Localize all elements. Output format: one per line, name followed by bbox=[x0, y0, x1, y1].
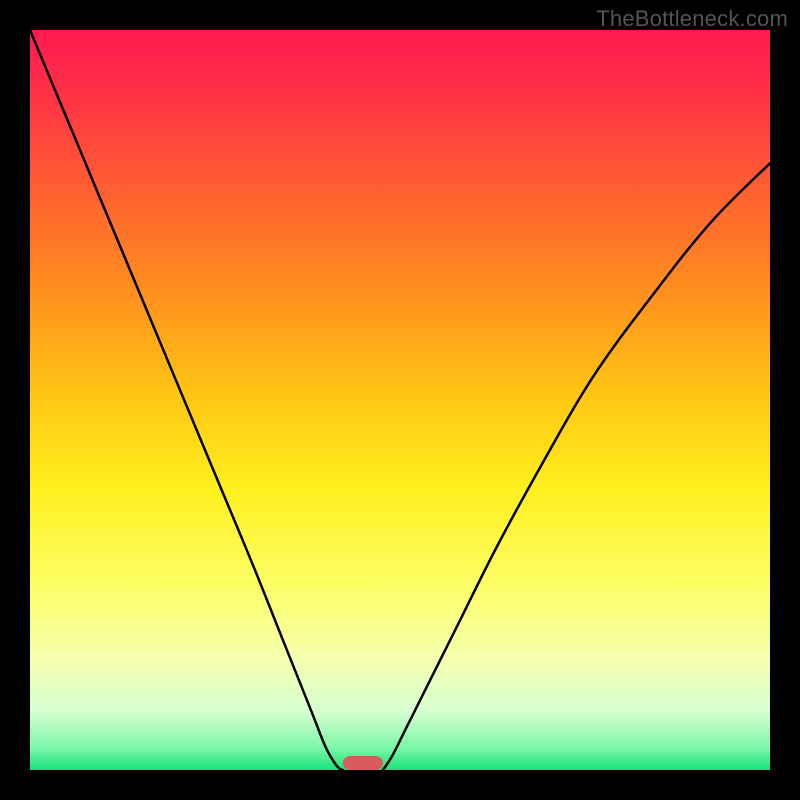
plot-area bbox=[30, 30, 770, 770]
chart-frame: TheBottleneck.com bbox=[0, 0, 800, 800]
watermark-text: TheBottleneck.com bbox=[596, 6, 788, 32]
bottleneck-chart bbox=[30, 30, 770, 770]
marker-group bbox=[343, 756, 383, 770]
gradient-background bbox=[30, 30, 770, 770]
optimal-marker bbox=[343, 756, 383, 770]
